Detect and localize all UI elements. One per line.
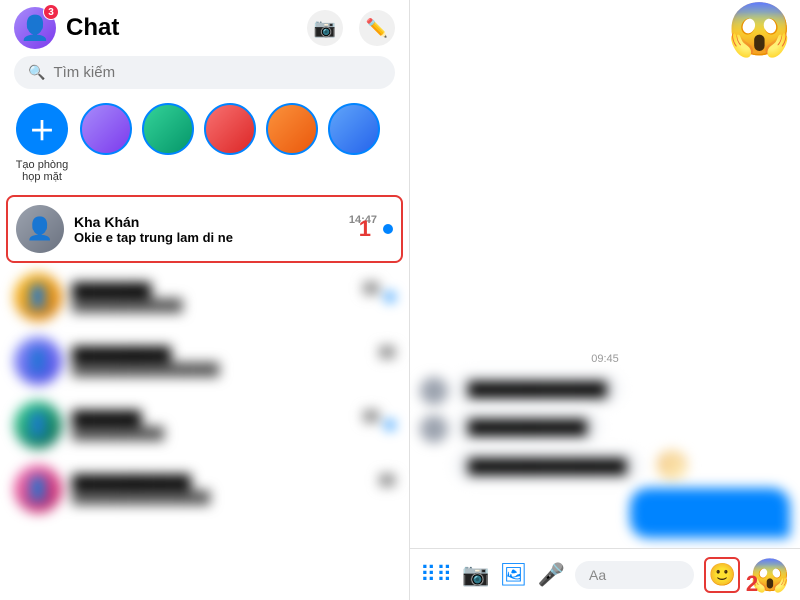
story-item-1[interactable] [80, 103, 132, 183]
conv-time-2: ██ [363, 282, 379, 298]
conv-preview-4: ██████████ [72, 426, 379, 441]
conv-preview-1: Okie e tap trung lam di ne [74, 230, 377, 245]
dots-button[interactable]: ⠿⠿ [420, 562, 452, 588]
conversation-item-1[interactable]: 👤 Kha Khán 14:47 Okie e tap trung lam di… [6, 195, 403, 263]
camera-icon: 📷 [314, 18, 336, 39]
story-avatar-1 [80, 103, 132, 155]
conversation-item-4[interactable]: 👤 ███████ ██ ██████████ [0, 393, 409, 457]
conv-avatar-1: 👤 [16, 205, 64, 253]
message-bubble-2: ████████████ [454, 411, 601, 443]
conv-time-3: ██ [379, 346, 395, 362]
story-item-4[interactable] [266, 103, 318, 183]
search-icon: 🔍 [28, 64, 45, 81]
conv-name-4: ███████ ██ [72, 410, 379, 426]
message-received-1: ██████████████ [420, 373, 790, 405]
conversation-item-3[interactable]: 👤 ██████████ ██ ████████████████ [0, 329, 409, 393]
conversation-list: 👤 Kha Khán 14:47 Okie e tap trung lam di… [0, 193, 409, 600]
conv-avatar-3: 👤 [14, 337, 62, 385]
emoji-button-wrap: 🙂 2 [704, 557, 740, 593]
mic-button[interactable]: 🎤 [538, 562, 565, 588]
emoji-icon: 🙂 [708, 562, 735, 588]
conv-name-2: ████████ ██ [72, 282, 379, 298]
right-panel: 😱 09:45 ██████████████ ████████████ ████… [410, 0, 800, 600]
camera-button[interactable]: 📷 [307, 10, 343, 46]
sender-avatar-2 [420, 415, 448, 443]
unread-dot-1 [383, 224, 393, 234]
message-bubble-3: ████████████████ [454, 450, 641, 482]
chat-message-area: 😱 09:45 ██████████████ ████████████ ████… [410, 0, 800, 548]
edit-button[interactable]: ✏️ [359, 10, 395, 46]
mic-icon: 🎤 [538, 562, 565, 588]
chat-time-label: 09:45 [420, 353, 790, 365]
story-item-2[interactable] [142, 103, 194, 183]
conv-preview-3: ████████████████ [72, 362, 395, 377]
left-panel: 👤 3 Chat 📷 ✏️ 🔍 ＋ Tạo phòng họp mặt [0, 0, 410, 600]
messages-area: ██████████████ ████████████ ████████████… [420, 373, 790, 538]
create-room-label: Tạo phòng họp mặt [14, 159, 70, 183]
top-emoji: 😱 [727, 4, 792, 56]
conv-info-4: ███████ ██ ██████████ [72, 410, 379, 441]
conv-preview-2: ████████████ [72, 298, 379, 313]
search-bar[interactable]: 🔍 [14, 56, 395, 89]
conversation-item-5[interactable]: 👤 ████████████ ██ ███████████████ [0, 457, 409, 521]
chat-toolbar: ⠿⠿ 📷 🖼 🎤 Aa 🙂 2 😱 [410, 548, 800, 600]
search-input[interactable] [53, 64, 381, 81]
conv-info-1: Kha Khán 14:47 Okie e tap trung lam di n… [74, 214, 377, 245]
conv-avatar-2: 👤 [14, 273, 62, 321]
conversation-item-2[interactable]: 👤 ████████ ██ ████████████ [0, 265, 409, 329]
create-room-avatar: ＋ [16, 103, 68, 155]
chat-header: 👤 3 Chat 📷 ✏️ [0, 0, 409, 56]
message-input[interactable]: Aa [575, 561, 694, 589]
story-avatar-3 [204, 103, 256, 155]
emoji-button[interactable]: 🙂 [704, 557, 740, 593]
emoji-reaction-1: 🌕 [655, 449, 690, 482]
page-title: Chat [66, 14, 307, 42]
conv-avatar-5: 👤 [14, 465, 62, 513]
message-sent-1 [420, 488, 790, 538]
conv-time-5: ██ [379, 474, 395, 490]
stories-row: ＋ Tạo phòng họp mặt [0, 99, 409, 193]
toolbar-camera-button[interactable]: 📷 [462, 562, 489, 588]
sender-avatar-1 [420, 377, 448, 405]
dots-icon: ⠿⠿ [420, 562, 452, 588]
message-received-3: ████████████████ 🌕 [420, 449, 790, 482]
conv-name-3: ██████████ ██ [72, 346, 395, 362]
conv-info-5: ████████████ ██ ███████████████ [72, 474, 395, 505]
image-button[interactable]: 🖼 [500, 562, 528, 588]
story-avatar-5 [328, 103, 380, 155]
input-placeholder: Aa [589, 567, 606, 583]
story-item-3[interactable] [204, 103, 256, 183]
image-icon: 🖼 [500, 562, 528, 588]
message-received-2: ████████████ [420, 411, 790, 443]
conv-preview-5: ███████████████ [72, 490, 395, 505]
message-bubble-sent-1 [630, 488, 790, 538]
conv-time-4: ██ [363, 410, 379, 426]
conv-avatar-4: 👤 [14, 401, 62, 449]
unread-dot-4 [385, 420, 395, 430]
user-avatar-wrap[interactable]: 👤 3 [14, 7, 56, 49]
conv-info-3: ██████████ ██ ████████████████ [72, 346, 395, 377]
step-label-1: 1 [359, 216, 371, 242]
story-avatar-4 [266, 103, 318, 155]
conv-info-2: ████████ ██ ████████████ [72, 282, 379, 313]
header-actions: 📷 ✏️ [307, 10, 395, 46]
create-room-story[interactable]: ＋ Tạo phòng họp mặt [14, 103, 70, 183]
toolbar-camera-icon: 📷 [462, 562, 489, 588]
conv-name-5: ████████████ ██ [72, 474, 395, 490]
story-item-5[interactable] [328, 103, 380, 183]
conv-name-1: Kha Khán 14:47 [74, 214, 377, 230]
notification-badge: 3 [43, 4, 59, 20]
add-icon: ＋ [29, 111, 55, 148]
edit-icon: ✏️ [366, 18, 388, 39]
step-label-2: 2 [746, 571, 758, 597]
unread-dot-2 [385, 292, 395, 302]
story-avatar-2 [142, 103, 194, 155]
message-bubble-1: ██████████████ [454, 373, 621, 405]
